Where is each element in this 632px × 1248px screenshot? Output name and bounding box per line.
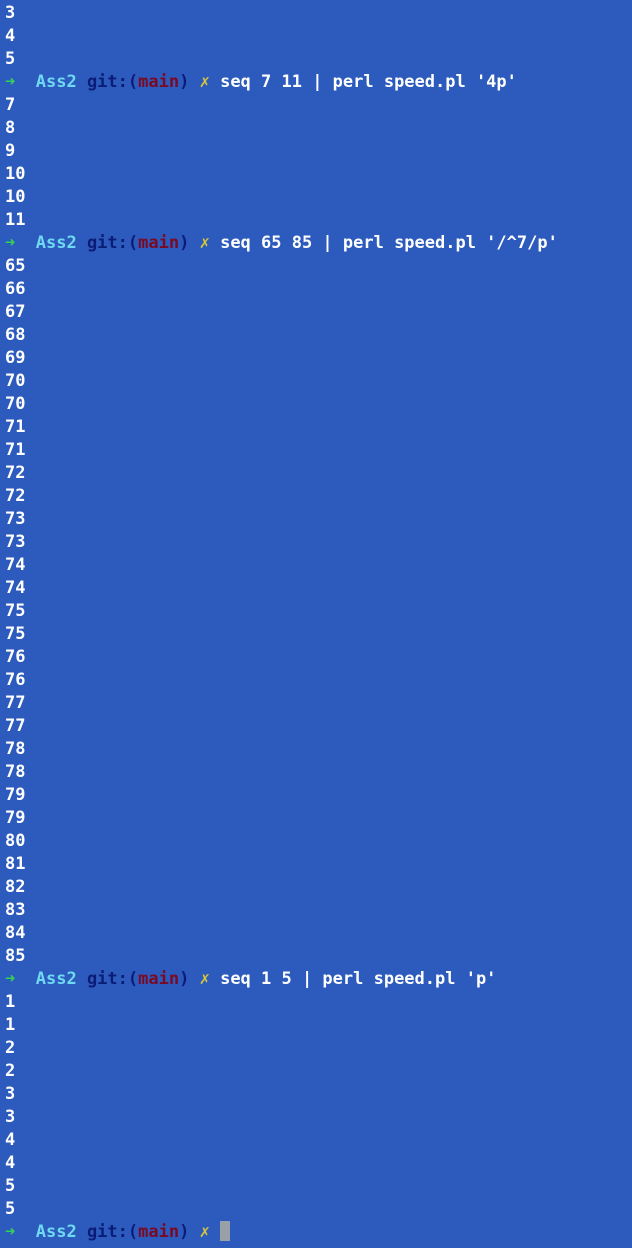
output-line: 77 [5, 716, 26, 736]
prompt-arrow-icon: ➜ [5, 969, 16, 989]
output-line: 79 [5, 785, 26, 805]
prompt-git-label: git:( [86, 72, 139, 92]
prompt-line: ➜ Ass2 git:(main) ✗ seq 1 5 | perl speed… [5, 968, 632, 991]
command-text: seq 1 5 | perl speed.pl 'p' [220, 969, 497, 989]
dirty-mark-icon: ✗ [199, 72, 210, 92]
prompt-git-label: git:( [86, 233, 139, 253]
output-line: 66 [5, 279, 26, 299]
output-line: 72 [5, 463, 26, 483]
output-line: 5 [5, 49, 16, 69]
output-line: 67 [5, 302, 26, 322]
prompt-directory: Ass2 [35, 969, 77, 989]
output-line: 69 [5, 348, 26, 368]
output-line: 81 [5, 854, 26, 874]
output-line: 77 [5, 693, 26, 713]
output-line: 75 [5, 601, 26, 621]
output-line: 73 [5, 532, 26, 552]
prompt-directory: Ass2 [35, 1222, 77, 1242]
output-line: 76 [5, 647, 26, 667]
output-line: 82 [5, 877, 26, 897]
output-line: 10 [5, 164, 26, 184]
output-line: 68 [5, 325, 26, 345]
output-line: 11 [5, 210, 26, 230]
output-line: 10 [5, 187, 26, 207]
prompt-directory: Ass2 [35, 72, 77, 92]
prompt-line: ➜ Ass2 git:(main) ✗ seq 65 85 | perl spe… [5, 232, 632, 255]
output-line: 9 [5, 141, 16, 161]
command-text: seq 7 11 | perl speed.pl '4p' [220, 72, 517, 92]
output-line: 5 [5, 1199, 16, 1219]
output-line: 2 [5, 1038, 16, 1058]
output-line: 72 [5, 486, 26, 506]
command-text: seq 65 85 | perl speed.pl '/^7/p' [220, 233, 558, 253]
prompt-git-close: ) [179, 969, 190, 989]
prompt-branch: main [138, 1222, 180, 1242]
prompt-branch: main [138, 969, 180, 989]
output-line: 78 [5, 762, 26, 782]
output-line: 71 [5, 417, 26, 437]
output-line: 85 [5, 946, 26, 966]
output-line: 1 [5, 992, 16, 1012]
active-prompt-line[interactable]: ➜ Ass2 git:(main) ✗ [5, 1221, 632, 1244]
prompt-arrow-icon: ➜ [5, 233, 16, 253]
dirty-mark-icon: ✗ [199, 969, 210, 989]
output-line: 83 [5, 900, 26, 920]
output-line: 65 [5, 256, 26, 276]
output-line: 84 [5, 923, 26, 943]
output-line: 3 [5, 3, 16, 23]
output-line: 70 [5, 371, 26, 391]
prompt-git-label: git:( [86, 1222, 139, 1242]
prompt-arrow-icon: ➜ [5, 72, 16, 92]
output-line: 4 [5, 1130, 16, 1150]
output-line: 3 [5, 1107, 16, 1127]
output-line: 2 [5, 1061, 16, 1081]
output-line: 7 [5, 95, 16, 115]
dirty-mark-icon: ✗ [199, 1222, 210, 1242]
terminal-window[interactable]: 3 4 5 ➜ Ass2 git:(main) ✗ seq 7 11 | perl s… [0, 0, 632, 1248]
output-line: 73 [5, 509, 26, 529]
output-line: 4 [5, 26, 16, 46]
prompt-branch: main [138, 72, 180, 92]
prompt-arrow-icon: ➜ [5, 1222, 16, 1242]
output-line: 74 [5, 578, 26, 598]
output-line: 74 [5, 555, 26, 575]
prompt-line: ➜ Ass2 git:(main) ✗ seq 7 11 | perl spee… [5, 71, 632, 94]
output-line: 78 [5, 739, 26, 759]
output-line: 75 [5, 624, 26, 644]
output-line: 4 [5, 1153, 16, 1173]
prompt-git-close: ) [179, 233, 190, 253]
dirty-mark-icon: ✗ [199, 233, 210, 253]
prompt-git-label: git:( [86, 969, 139, 989]
prompt-directory: Ass2 [35, 233, 77, 253]
output-line: 3 [5, 1084, 16, 1104]
prompt-git-close: ) [179, 72, 190, 92]
prompt-git-close: ) [179, 1222, 190, 1242]
output-line: 80 [5, 831, 26, 851]
output-line: 71 [5, 440, 26, 460]
text-cursor[interactable] [220, 1221, 231, 1241]
output-line: 1 [5, 1015, 16, 1035]
output-line: 5 [5, 1176, 16, 1196]
output-line: 8 [5, 118, 16, 138]
prompt-branch: main [138, 233, 180, 253]
output-line: 70 [5, 394, 26, 414]
output-line: 79 [5, 808, 26, 828]
output-line: 76 [5, 670, 26, 690]
